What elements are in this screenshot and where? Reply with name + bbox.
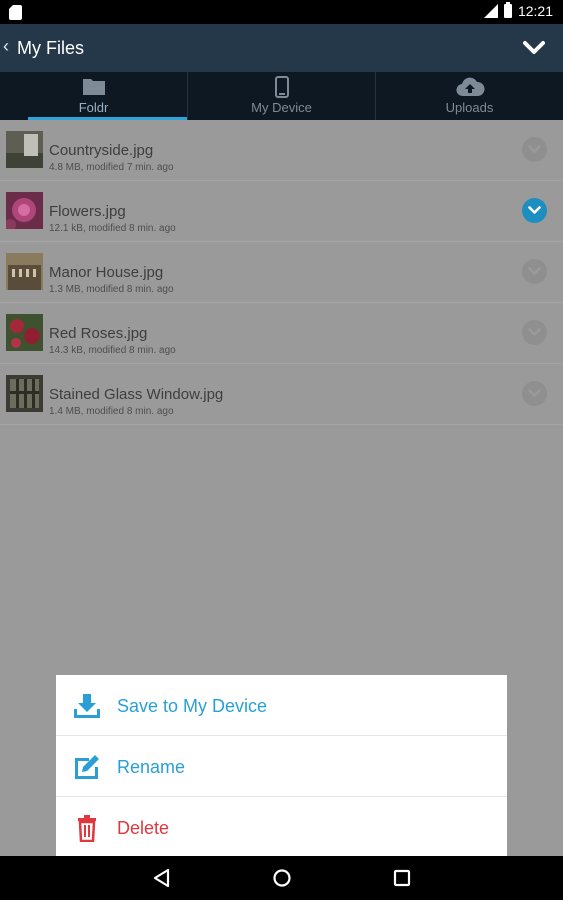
chevron-down-circle-icon[interactable] [522,320,547,345]
sheet-item-label: Rename [117,757,186,777]
trash-icon [78,815,96,842]
app-bar: ‹ My Files [0,24,563,72]
page-title[interactable]: My Files [17,38,84,59]
rename-button[interactable]: Rename [56,736,507,797]
tab-label: Uploads [445,100,494,115]
back-icon[interactable] [153,868,171,888]
file-row[interactable]: Countryside.jpg 4.8 MB, modified 7 min. … [0,120,563,181]
file-name: Stained Glass Window.jpg [49,386,224,403]
status-time: 12:21 [517,3,553,19]
folder-icon [82,79,105,95]
tab-label: Foldr [78,100,109,115]
file-name: Countryside.jpg [49,142,154,159]
chevron-down-circle-icon[interactable] [522,259,547,284]
system-nav-bar [0,856,563,900]
file-thumbnail [6,192,43,229]
tab-label: My Device [251,100,312,115]
chevron-down-circle-icon[interactable] [522,381,547,406]
phone-icon [274,76,289,98]
sheet-item-label: Delete [117,818,170,838]
file-meta: 14.3 kB, modified 8 min. ago [49,345,176,356]
file-name: Flowers.jpg [49,203,126,220]
file-row[interactable]: Stained Glass Window.jpg 1.4 MB, modifie… [0,364,563,425]
tab-bar: Foldr My Device Uploads [0,72,563,120]
file-row[interactable]: Manor House.jpg 1.3 MB, modified 8 min. … [0,242,563,303]
file-name: Red Roses.jpg [49,325,148,342]
download-icon [74,694,100,718]
chevron-down-circle-icon[interactable] [522,198,547,223]
file-row[interactable]: Flowers.jpg 12.1 kB, modified 8 min. ago [0,181,563,242]
tab-foldr[interactable]: Foldr [0,72,187,120]
sheet-item-label: Save to My Device [117,696,268,716]
tab-my-device[interactable]: My Device [187,72,375,120]
delete-button[interactable]: Delete [56,797,507,858]
back-chevron-icon[interactable]: ‹ [3,36,9,57]
file-name: Manor House.jpg [49,264,164,281]
battery-icon [503,2,512,18]
file-row[interactable]: Red Roses.jpg 14.3 kB, modified 8 min. a… [0,303,563,364]
signal-icon [482,4,498,18]
sd-card-icon [9,5,22,20]
file-meta: 1.4 MB, modified 8 min. ago [49,406,174,417]
file-thumbnail [6,253,43,290]
file-meta: 12.1 kB, modified 8 min. ago [49,223,176,234]
file-list: Countryside.jpg 4.8 MB, modified 7 min. … [0,120,563,425]
home-icon[interactable] [272,868,292,888]
action-sheet: Save to My Device Rename Delete [56,675,507,857]
file-meta: 4.8 MB, modified 7 min. ago [49,162,174,173]
cloud-upload-icon [455,77,485,97]
file-thumbnail [6,131,43,168]
status-bar: 12:21 [0,0,563,24]
file-thumbnail [6,314,43,351]
edit-icon [75,755,99,779]
file-thumbnail [6,375,43,412]
chevron-down-circle-icon[interactable] [522,137,547,162]
save-to-device-button[interactable]: Save to My Device [56,675,507,736]
tab-uploads[interactable]: Uploads [375,72,563,120]
chevron-down-icon[interactable] [523,40,545,56]
file-meta: 1.3 MB, modified 8 min. ago [49,284,174,295]
recents-icon[interactable] [393,868,411,888]
